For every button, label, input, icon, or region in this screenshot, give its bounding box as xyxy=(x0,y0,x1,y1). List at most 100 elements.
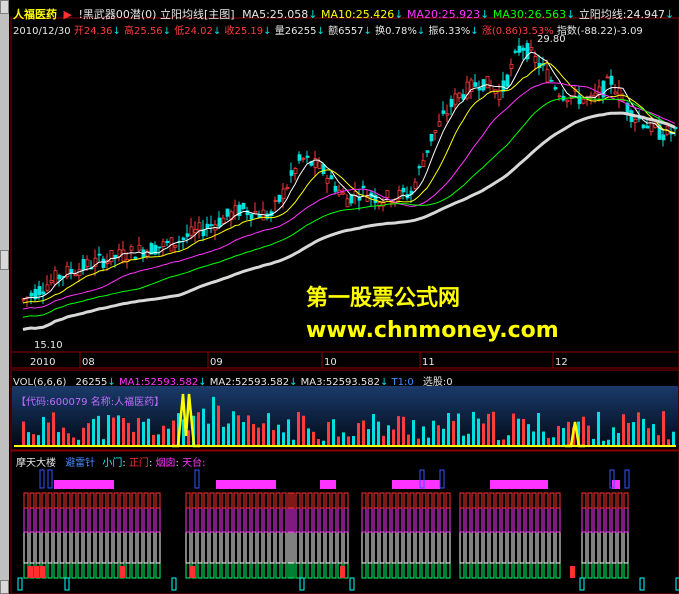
door-marker xyxy=(299,577,305,591)
building-block xyxy=(239,492,245,509)
candlestick xyxy=(161,241,166,247)
volume-bar xyxy=(307,428,310,447)
building-block xyxy=(331,507,337,533)
building-block xyxy=(617,507,623,533)
building-block xyxy=(385,562,391,579)
candlestick xyxy=(505,74,510,87)
volume-bar xyxy=(332,419,335,447)
building-block xyxy=(537,562,543,579)
stock-name[interactable]: 人福医药 xyxy=(13,8,57,21)
volume-bar xyxy=(247,415,250,447)
building-block xyxy=(465,531,471,564)
building-block xyxy=(495,531,501,564)
building-block xyxy=(445,531,451,564)
building-block xyxy=(507,492,513,509)
building-block xyxy=(397,531,403,564)
building-block xyxy=(143,531,149,564)
building-block xyxy=(549,492,555,509)
rooftop-block xyxy=(392,480,440,489)
building-block xyxy=(373,531,379,564)
volume-bar xyxy=(642,418,645,447)
building-block xyxy=(233,531,239,564)
building-block xyxy=(385,507,391,533)
building-block xyxy=(391,562,397,579)
candlestick xyxy=(329,175,334,180)
candlestick xyxy=(289,170,294,176)
volume-bar xyxy=(272,429,275,447)
building-block xyxy=(531,562,537,579)
building-block xyxy=(227,492,233,509)
building-block xyxy=(209,562,215,579)
candlestick xyxy=(149,243,154,255)
building-block xyxy=(471,562,477,579)
building-block xyxy=(361,507,367,533)
building-block xyxy=(23,507,29,533)
building-block xyxy=(611,492,617,509)
building-block xyxy=(59,562,65,579)
volume-bar xyxy=(647,428,650,447)
building-block xyxy=(131,492,137,509)
volume-bar xyxy=(542,431,545,447)
building-block xyxy=(137,562,143,579)
indicator-name: !黑武器00潜(0) xyxy=(78,8,157,21)
building-block xyxy=(587,492,593,509)
building-block xyxy=(197,507,203,533)
candlestick xyxy=(29,292,34,297)
candlestick xyxy=(341,192,346,195)
building-block xyxy=(301,562,307,579)
vol-select: 选股:0 xyxy=(422,377,453,388)
play-triangle-icon[interactable]: ▶ xyxy=(64,8,72,21)
volume-bar xyxy=(397,416,400,447)
building-block xyxy=(107,507,113,533)
high-price-label: 29.80 xyxy=(537,34,566,45)
watermark-title: 第一股票公式网 xyxy=(306,286,461,311)
building-block xyxy=(501,492,507,509)
building-block xyxy=(319,562,325,579)
volume-bar xyxy=(237,415,240,447)
building-block xyxy=(501,507,507,533)
candlestick xyxy=(189,226,194,236)
building-block xyxy=(489,507,495,533)
building-block xyxy=(599,562,605,579)
building-block xyxy=(137,531,143,564)
volume-bar xyxy=(297,411,300,447)
candlestick xyxy=(649,119,654,132)
building-block xyxy=(101,562,107,579)
candlestick xyxy=(453,93,458,105)
building-block xyxy=(47,492,53,509)
candlestick xyxy=(433,130,438,133)
building-block xyxy=(549,562,555,579)
candlestick xyxy=(217,217,222,227)
volume-bar xyxy=(527,424,530,447)
building-block xyxy=(319,531,325,564)
volume-bar xyxy=(227,423,230,447)
volume-bar xyxy=(312,431,315,447)
volume-bar xyxy=(112,417,115,447)
candlestick xyxy=(565,99,570,103)
building-block xyxy=(445,492,451,509)
candlestick xyxy=(325,177,330,184)
building-block xyxy=(131,531,137,564)
building-block xyxy=(275,531,281,564)
building-block xyxy=(307,507,313,533)
vol-ma3: MA3:52593.582 xyxy=(300,377,380,388)
door-marker xyxy=(639,577,645,591)
volume-bar xyxy=(387,425,390,447)
building-block xyxy=(257,562,263,579)
candlestick xyxy=(41,291,46,295)
building-block xyxy=(221,507,227,533)
candlestick xyxy=(253,210,258,214)
building-block xyxy=(53,492,59,509)
building-block xyxy=(337,492,343,509)
building-block xyxy=(373,562,379,579)
building-block xyxy=(483,492,489,509)
ma10-line xyxy=(22,62,676,304)
building-block xyxy=(433,507,439,533)
building-block xyxy=(433,531,439,564)
volume-bar xyxy=(257,427,260,447)
building-block xyxy=(623,531,629,564)
building-block xyxy=(125,562,131,579)
candlestick xyxy=(249,213,254,220)
door-marker xyxy=(349,577,355,591)
building-block xyxy=(525,507,531,533)
